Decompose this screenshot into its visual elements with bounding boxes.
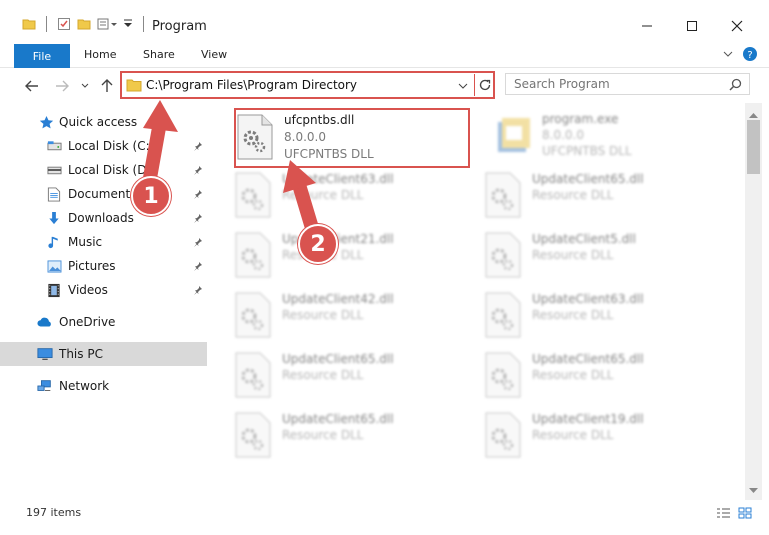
step-badge-1: 1 [131, 176, 171, 216]
step-badge-2: 2 [298, 224, 338, 264]
annotation-arrowhead-1 [143, 100, 178, 132]
annotation-arrow-1 [143, 115, 167, 185]
annotation-arrows [143, 100, 319, 235]
annotation-arrow-2 [293, 181, 319, 235]
